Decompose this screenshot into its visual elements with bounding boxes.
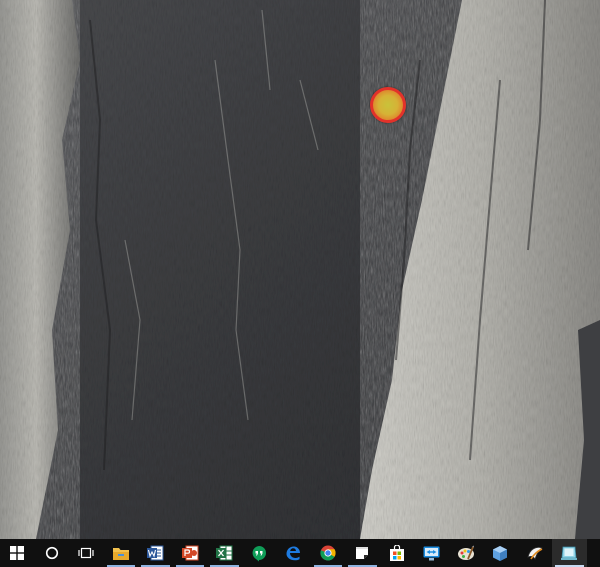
inkscape-icon xyxy=(527,547,543,560)
paint-icon xyxy=(457,545,474,560)
desktop[interactable] xyxy=(0,0,600,539)
task-view-button[interactable] xyxy=(69,539,104,567)
sticky-notes-icon xyxy=(356,547,369,559)
taskbar-hangouts[interactable] xyxy=(242,539,277,567)
taskbar xyxy=(0,539,600,567)
chrome-icon xyxy=(320,545,336,561)
task-view-icon xyxy=(78,547,94,559)
taskbar-word[interactable] xyxy=(138,539,173,567)
virtualbox-icon xyxy=(493,545,508,561)
teamviewer-icon xyxy=(423,546,440,560)
windows-start-icon xyxy=(10,546,25,560)
taskbar-tablet-app[interactable] xyxy=(552,539,587,567)
taskbar-edge[interactable] xyxy=(276,539,311,567)
cortana-search-button[interactable] xyxy=(35,539,70,567)
word-icon xyxy=(147,545,164,561)
edge-icon xyxy=(286,546,301,561)
taskbar-virtualbox[interactable] xyxy=(483,539,518,567)
taskbar-store[interactable] xyxy=(380,539,415,567)
tablet-app-icon xyxy=(561,546,578,560)
taskbar-chrome[interactable] xyxy=(311,539,346,567)
start-button[interactable] xyxy=(0,539,35,567)
taskbar-excel[interactable] xyxy=(207,539,242,567)
taskbar-paint[interactable] xyxy=(449,539,484,567)
file-explorer-icon xyxy=(112,548,129,560)
taskbar-teamviewer[interactable] xyxy=(414,539,449,567)
store-icon xyxy=(389,544,404,561)
taskbar-powerpoint[interactable] xyxy=(173,539,208,567)
hangouts-icon xyxy=(252,545,266,561)
taskbar-inkscape[interactable] xyxy=(518,539,553,567)
powerpoint-icon xyxy=(181,545,199,561)
taskbar-sticky-notes[interactable] xyxy=(345,539,380,567)
wallpaper-cliff-image xyxy=(0,0,600,539)
cortana-search-icon xyxy=(45,546,58,560)
excel-icon xyxy=(216,545,233,561)
cursor-click-highlight-icon xyxy=(370,87,406,123)
taskbar-file-explorer[interactable] xyxy=(104,539,139,567)
